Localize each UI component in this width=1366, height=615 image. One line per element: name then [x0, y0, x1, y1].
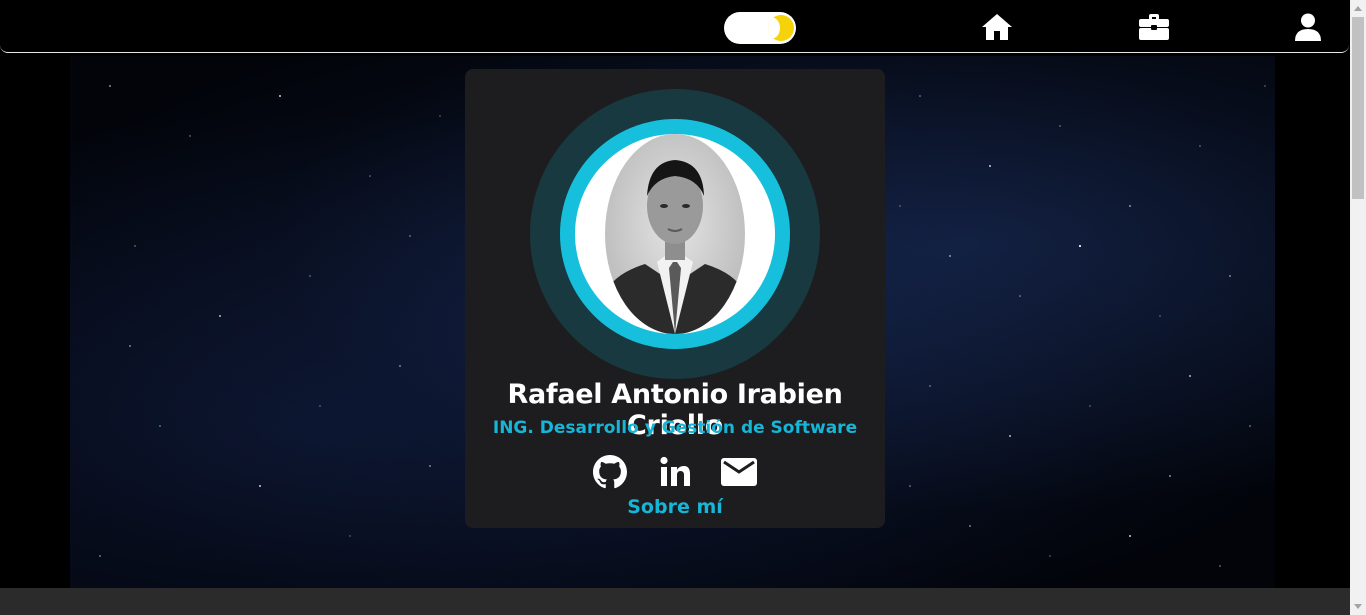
- nav-portfolio[interactable]: [1137, 11, 1171, 43]
- email-link[interactable]: [721, 454, 757, 490]
- page-footer-strip: [0, 588, 1350, 615]
- profile-role: ING. Desarrollo y Gestión de Software: [492, 418, 858, 438]
- github-link[interactable]: [592, 454, 628, 490]
- linkedin-icon: [660, 456, 690, 486]
- scrollbar-thumb[interactable]: [1352, 17, 1364, 199]
- scroll-down-arrow-icon[interactable]: [1354, 604, 1362, 609]
- linkedin-link[interactable]: [657, 454, 693, 490]
- github-icon: [593, 455, 627, 489]
- scroll-up-arrow-icon[interactable]: [1354, 6, 1362, 11]
- home-icon: [982, 14, 1012, 40]
- avatar: [575, 134, 775, 334]
- top-navbar: [0, 0, 1349, 53]
- theme-toggle[interactable]: [724, 12, 796, 44]
- email-icon: [721, 458, 757, 486]
- profile-photo: [605, 134, 745, 334]
- briefcase-icon: [1139, 14, 1169, 40]
- nav-profile[interactable]: [1291, 11, 1325, 43]
- moon-icon: [768, 15, 794, 41]
- user-icon: [1295, 13, 1321, 41]
- vertical-scrollbar[interactable]: [1350, 0, 1366, 615]
- about-me-link[interactable]: Sobre mí: [465, 496, 885, 518]
- profile-card: Rafael Antonio Irabien Criollo ING. Desa…: [465, 69, 885, 528]
- nav-home[interactable]: [980, 11, 1014, 43]
